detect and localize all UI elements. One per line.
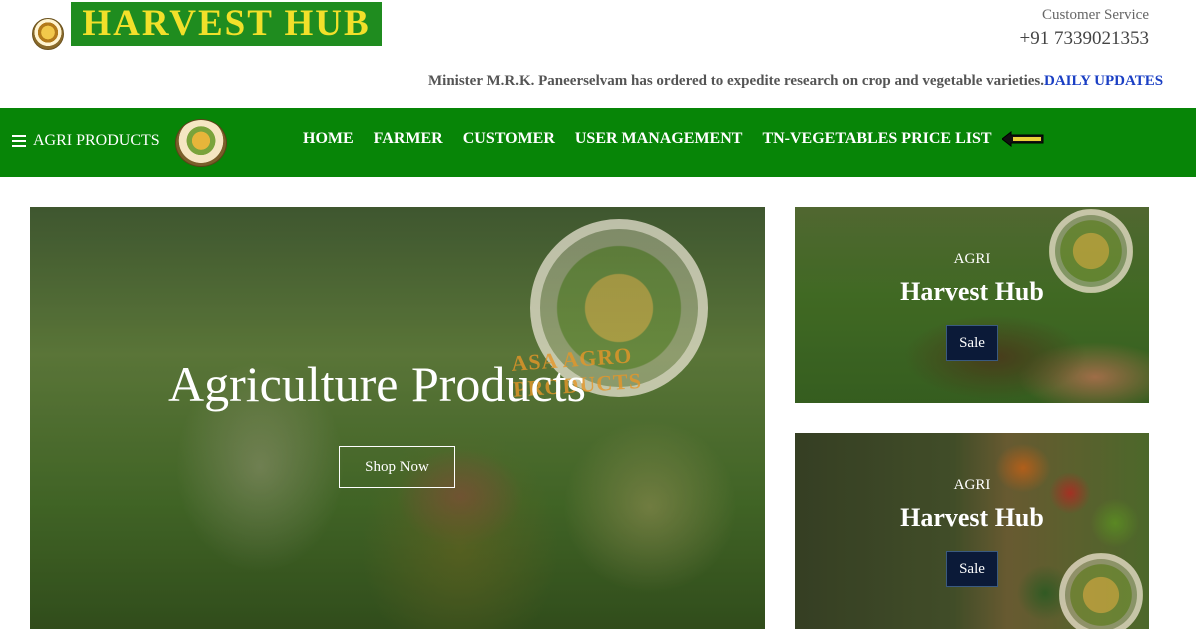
news-ticker: Minister M.R.K. Paneerselvam has ordered… — [428, 73, 1163, 90]
sale-button[interactable]: Sale — [946, 325, 998, 361]
ticker-text: Minister M.R.K. Paneerselvam has ordered… — [428, 73, 1045, 89]
nav-links: HOME FARMER CUSTOMER USER MANAGEMENT TN-… — [303, 130, 992, 148]
card-title: Harvest Hub — [900, 277, 1044, 306]
promo-card[interactable]: AGRI Harvest Hub Sale — [795, 433, 1149, 629]
ticker-highlight[interactable]: DAILY UPDATES — [1044, 73, 1163, 89]
shop-now-button[interactable]: Shop Now — [339, 446, 455, 488]
nav-link-vegetables-price-list[interactable]: TN-VEGETABLES PRICE LIST — [762, 130, 991, 148]
brand-emblem-icon — [32, 18, 64, 50]
hero-title: Agriculture Products — [168, 356, 586, 412]
card-seal-icon — [1059, 553, 1143, 629]
hero-banner: ASA AGRO PRODUCTS Agriculture Products S… — [30, 207, 765, 629]
customer-service-phone[interactable]: +91 7339021353 — [1020, 28, 1149, 50]
promo-card[interactable]: AGRI Harvest Hub Sale — [795, 207, 1149, 403]
hamburger-icon — [12, 135, 26, 147]
menu-label: AGRI PRODUCTS — [33, 132, 160, 149]
card-subtitle: AGRI — [953, 477, 991, 493]
card-subtitle: AGRI — [953, 251, 991, 267]
nav-logo-icon[interactable] — [175, 119, 227, 167]
customer-service: Customer Service +91 7339021353 — [1020, 7, 1149, 50]
sale-button[interactable]: Sale — [946, 551, 998, 587]
customer-service-label: Customer Service — [1041, 7, 1149, 23]
card-title: Harvest Hub — [900, 503, 1044, 532]
nav-link-home[interactable]: HOME — [303, 130, 354, 148]
nav-link-farmer[interactable]: FARMER — [374, 130, 443, 148]
site-title[interactable]: HARVEST HUB — [71, 2, 382, 46]
top-header: HARVEST HUB Customer Service +91 7339021… — [0, 0, 1196, 108]
nav-link-user-management[interactable]: USER MANAGEMENT — [575, 130, 743, 148]
nav-link-customer[interactable]: CUSTOMER — [463, 130, 555, 148]
menu-toggle[interactable]: AGRI PRODUCTS — [12, 132, 160, 150]
click-here-arrow-icon[interactable] — [1002, 131, 1044, 147]
